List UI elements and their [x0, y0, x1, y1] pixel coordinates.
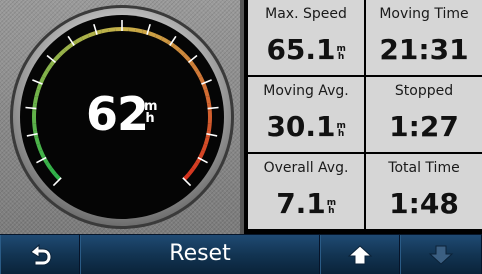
speed-arc-segment	[32, 123, 38, 132]
speed-arc-segment	[38, 149, 46, 158]
speed-arc-segment	[205, 95, 211, 104]
speed-arc-segment	[135, 28, 144, 34]
speed-arc-segment	[81, 33, 90, 41]
stat-label: Overall Avg.	[263, 160, 349, 176]
trip-stats-grid: Max. Speed 65.1 m h Moving Time 21:31 Movi…	[244, 0, 482, 234]
stat-value: 1:48	[389, 187, 459, 220]
bottom-toolbar: Reset	[0, 234, 482, 274]
speedometer-dial	[10, 5, 234, 229]
speed-arc-segment	[36, 143, 43, 152]
speed-arc-segment	[87, 31, 96, 38]
unit-bottom: h	[337, 52, 345, 62]
stat-moving-avg[interactable]: Moving Avg. 30.1 m h	[248, 77, 364, 152]
back-arrow-icon	[30, 243, 52, 266]
stat-value: 65.1 m h	[248, 30, 364, 70]
speed-arc-segment	[107, 27, 116, 33]
stat-label: Total Time	[388, 160, 460, 176]
speed-arc-segment	[201, 143, 208, 152]
stat-value: 1:27	[389, 110, 459, 143]
speed-arc-segment	[148, 31, 157, 38]
stat-label: Moving Time	[379, 6, 469, 22]
stat-unit: mh	[337, 122, 346, 139]
stat-value: 21:31	[379, 33, 469, 66]
arrow-down-icon	[428, 245, 454, 265]
speed-arc-segment	[34, 137, 41, 145]
stat-label: Max. Speed	[265, 6, 347, 22]
unit-bottom: h	[337, 129, 345, 139]
arrow-up-icon	[347, 245, 373, 265]
speedometer-panel: 62 m h	[0, 0, 244, 234]
stat-label: Stopped	[394, 83, 454, 99]
speed-arc-segment	[34, 89, 41, 97]
speed-arc-segment	[203, 89, 210, 97]
stat-number: 7.1	[276, 187, 326, 220]
stat-moving-time[interactable]: Moving Time 21:31	[366, 0, 482, 75]
stat-overall-avg[interactable]: Overall Avg. 7.1 m h	[248, 154, 364, 229]
stat-stopped[interactable]: Stopped 1:27	[366, 77, 482, 152]
stat-number: 65.1	[266, 33, 336, 66]
stat-total-time[interactable]: Total Time 1:48	[366, 154, 482, 229]
speed-arc-segment	[38, 76, 46, 85]
stat-max-speed[interactable]: Max. Speed 65.1 m h	[248, 0, 364, 75]
scroll-up-button[interactable]	[320, 235, 400, 274]
dial-face	[20, 15, 224, 219]
back-button[interactable]	[0, 235, 80, 274]
stat-value: 7.1 m h	[248, 184, 364, 224]
speed-tick	[207, 106, 219, 110]
stat-label: Moving Avg.	[263, 83, 349, 99]
reset-button[interactable]: Reset	[80, 235, 320, 274]
stat-number: 30.1	[266, 110, 336, 143]
reset-label: Reset	[169, 241, 231, 266]
speed-arc-segment	[100, 28, 109, 34]
unit-bottom: h	[328, 206, 335, 216]
speed-arc-segment	[154, 33, 163, 41]
speed-arc-segment	[128, 27, 137, 33]
scroll-down-button[interactable]	[400, 235, 482, 274]
speed-arc-segment	[206, 123, 212, 132]
speed-arc-segment	[198, 76, 206, 85]
stat-unit: mh	[327, 199, 336, 216]
stat-unit: mh	[337, 45, 346, 62]
speed-arc-segment	[33, 95, 39, 104]
trip-computer-screen: 62 m h Max. Speed 65.1 m h Moving Time 21:…	[0, 0, 482, 274]
speed-arc-segment	[198, 149, 206, 158]
speed-arc-segment	[36, 82, 43, 91]
speed-arc-segment	[201, 82, 208, 91]
stat-value: 30.1 m h	[248, 107, 364, 147]
speed-arc-segment	[203, 137, 210, 145]
speed-tick	[25, 106, 37, 110]
